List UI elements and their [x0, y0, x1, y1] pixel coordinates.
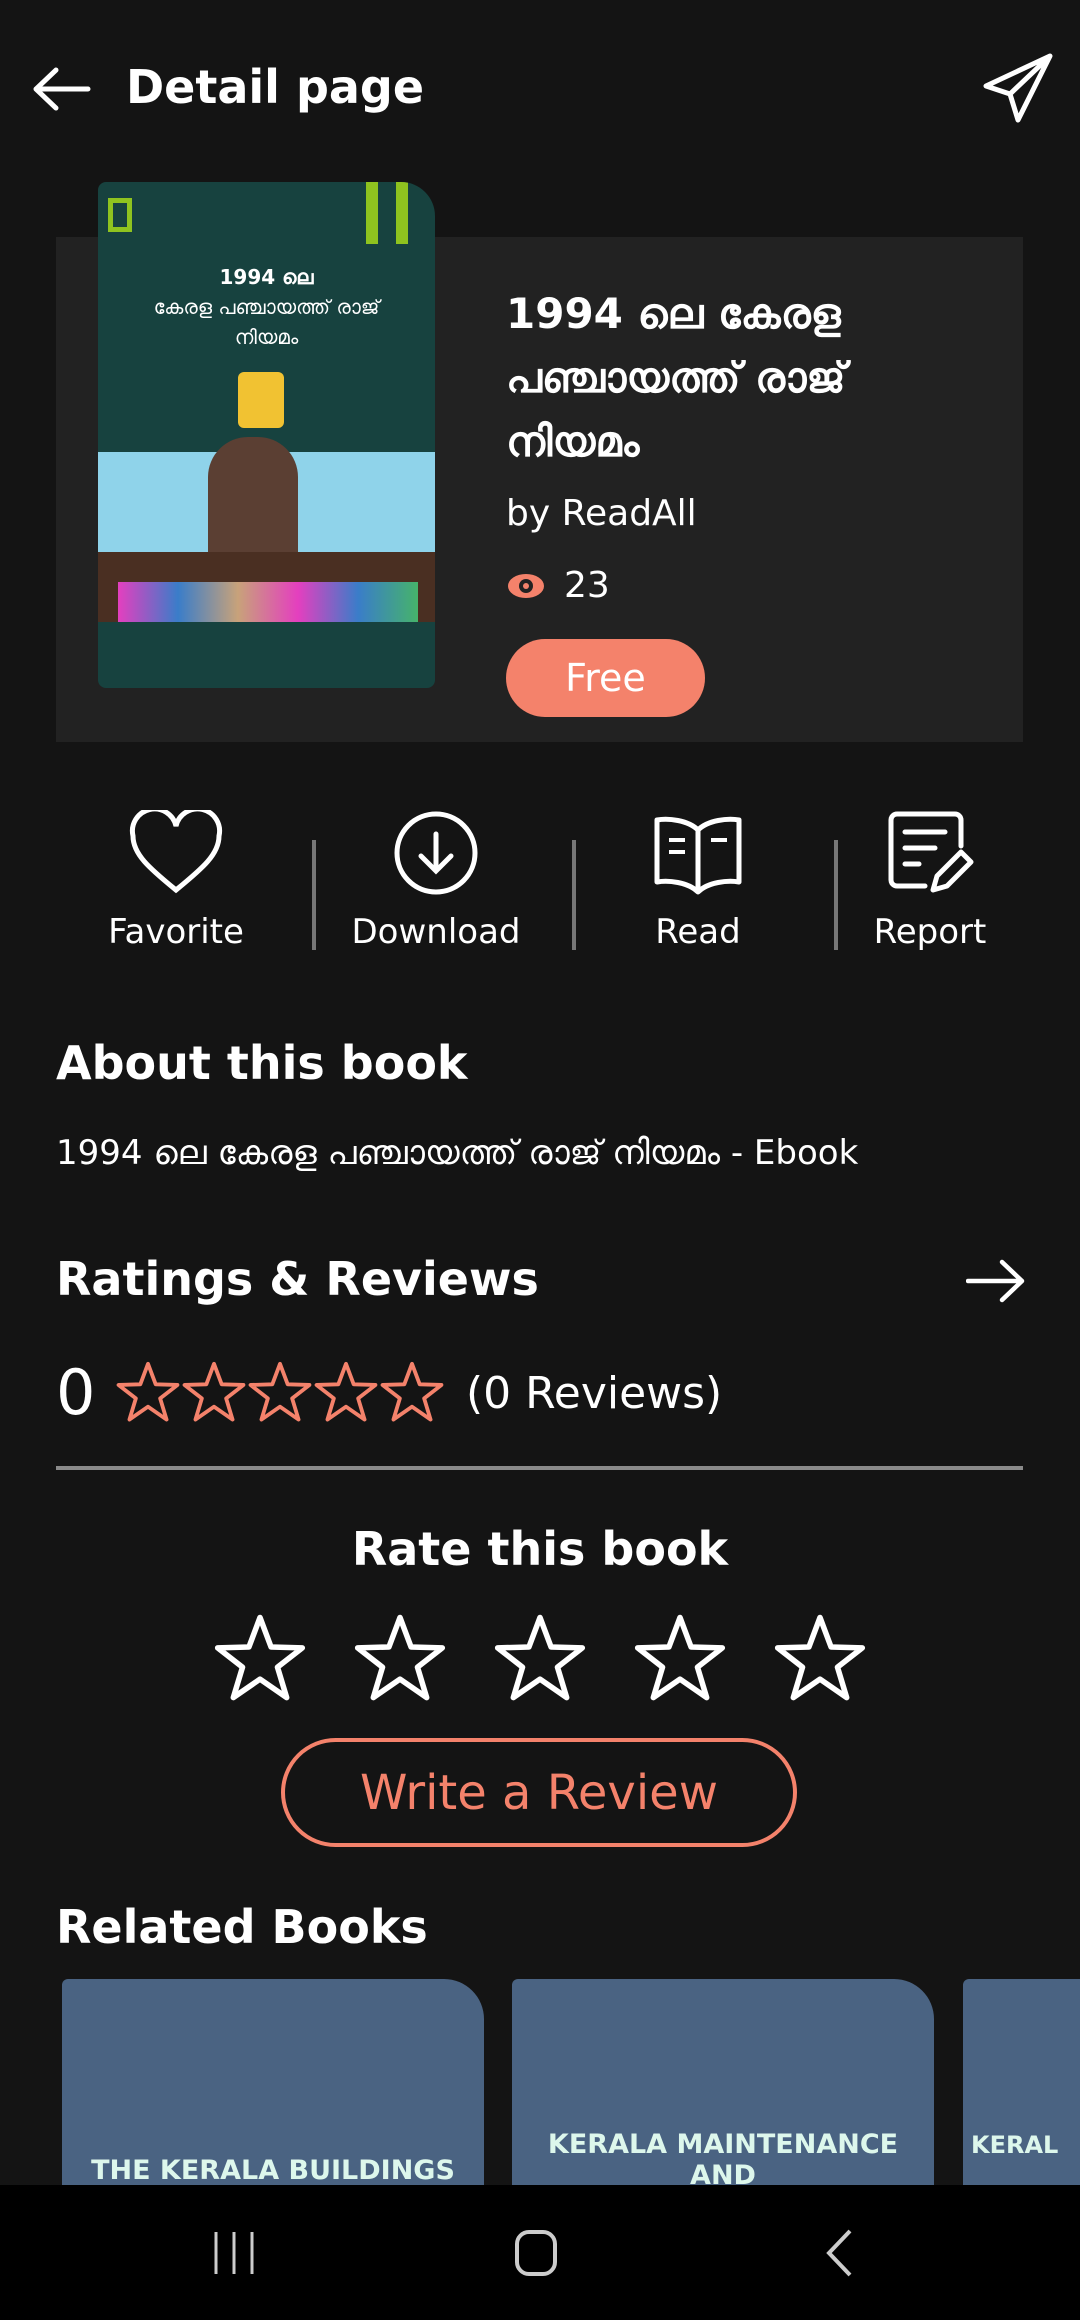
about-heading: About this book: [56, 1036, 468, 1090]
star-icon: [248, 1360, 312, 1428]
book-author[interactable]: by ReadAll: [506, 493, 697, 534]
action-label: Download: [351, 912, 521, 952]
divider: [572, 840, 576, 950]
related-book-card[interactable]: KERALA MAINTENANCE AND: [512, 1979, 934, 2191]
rate-heading: Rate this book: [351, 1522, 729, 1576]
download-button[interactable]: Download: [336, 810, 536, 952]
view-count: 23: [506, 565, 610, 606]
rate-star-icon[interactable]: [494, 1612, 586, 1708]
related-book-title: THE KERALA BUILDINGS: [91, 2155, 455, 2186]
view-count-value: 23: [564, 565, 610, 606]
review-count: (0 Reviews): [466, 1368, 723, 1419]
price-badge[interactable]: Free: [506, 639, 705, 717]
star-icon: [314, 1360, 378, 1428]
average-rating: 0: [56, 1356, 96, 1429]
rate-star-icon[interactable]: [634, 1612, 726, 1708]
send-icon[interactable]: [980, 52, 1056, 124]
related-book-card[interactable]: KERAL: [963, 1979, 1080, 2185]
rate-star-icon[interactable]: [354, 1612, 446, 1708]
ratings-heading: Ratings & Reviews: [56, 1252, 539, 1306]
cover-text: കേരള പഞ്ചായത്ത് രാജ്: [153, 295, 380, 319]
recent-apps-icon[interactable]: [212, 2230, 256, 2276]
home-icon[interactable]: [514, 2229, 564, 2279]
report-icon: [888, 811, 974, 893]
star-icon: [116, 1360, 180, 1428]
star-icon: [380, 1360, 444, 1428]
related-book-card[interactable]: THE KERALA BUILDINGS: [62, 1979, 484, 2186]
rate-stars: [0, 1612, 1080, 1708]
divider: [312, 840, 316, 950]
average-stars: [116, 1360, 444, 1428]
related-book-title: KERALA MAINTENANCE AND: [547, 2129, 899, 2191]
rate-star-icon[interactable]: [774, 1612, 866, 1708]
related-heading: Related Books: [56, 1900, 428, 1954]
action-label: Favorite: [108, 912, 244, 952]
action-label: Report: [873, 912, 987, 952]
system-nav-bar: [0, 2185, 1080, 2320]
eye-icon: [508, 573, 544, 598]
report-button[interactable]: Report: [830, 810, 1030, 952]
book-open-icon: [654, 816, 742, 895]
star-icon: [182, 1360, 246, 1428]
favorite-button[interactable]: Favorite: [76, 806, 276, 952]
cover-text: 1994 ലെ: [219, 265, 314, 289]
book-cover[interactable]: 1994 ലെ കേരള പഞ്ചായത്ത് രാജ് നിയമം: [98, 182, 435, 688]
heart-icon: [129, 806, 223, 894]
download-icon: [394, 811, 478, 895]
related-book-title: KERAL: [971, 2131, 1059, 2159]
book-title: 1994 ലെ കേരള പഞ്ചായത്ത് രാജ് നിയമം: [506, 289, 846, 466]
read-button[interactable]: Read: [598, 810, 798, 952]
action-label: Read: [655, 912, 741, 952]
rate-star-icon[interactable]: [214, 1612, 306, 1708]
back-arrow-icon[interactable]: [32, 66, 92, 112]
cover-text: നിയമം: [234, 325, 299, 349]
arrow-right-icon[interactable]: [966, 1258, 1026, 1304]
about-description: 1994 ലെ കേരള പഞ്ചായത്ത് രാജ് നിയമം - Ebo…: [56, 1133, 859, 1173]
divider: [56, 1466, 1023, 1470]
write-review-button[interactable]: Write a Review: [281, 1738, 797, 1847]
page-title: Detail page: [126, 60, 425, 114]
back-nav-icon[interactable]: [824, 2228, 854, 2278]
